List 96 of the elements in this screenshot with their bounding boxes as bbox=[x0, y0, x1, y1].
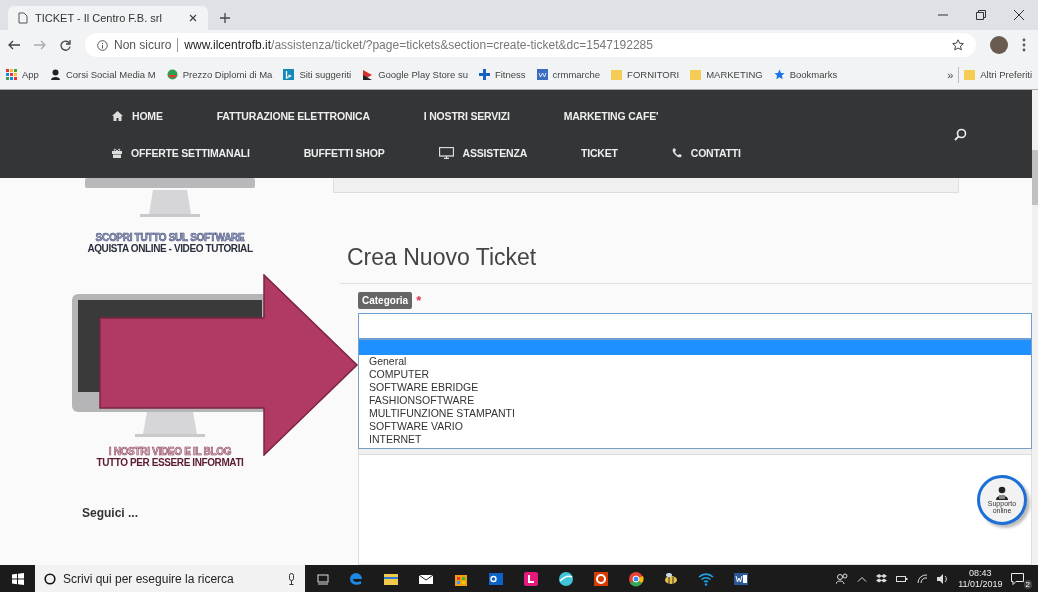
agent-icon bbox=[996, 486, 1008, 500]
dropdown-option[interactable]: MULTIFUNZIONE STAMPANTI bbox=[359, 407, 1031, 420]
clock[interactable]: 08:43 11/01/2019 bbox=[958, 567, 1003, 590]
bookmark-item[interactable]: Fitness bbox=[478, 69, 526, 80]
star-icon[interactable] bbox=[952, 39, 964, 51]
notification-button[interactable] bbox=[1010, 572, 1024, 585]
nav-link[interactable]: MARKETING CAFE' bbox=[563, 109, 659, 122]
page-icon bbox=[18, 12, 28, 24]
chevron-up-icon[interactable] bbox=[857, 575, 868, 582]
nav-link[interactable]: HOME bbox=[112, 109, 163, 122]
bookmark-item[interactable]: MARKETING bbox=[690, 69, 763, 80]
app-icon[interactable] bbox=[593, 570, 609, 587]
b-logo-icon bbox=[283, 69, 295, 80]
monitor-stand-drawing bbox=[135, 412, 205, 438]
task-view-icon[interactable] bbox=[317, 572, 329, 585]
app-icon[interactable] bbox=[558, 570, 574, 587]
category-select[interactable] bbox=[358, 313, 1032, 339]
browser-tab[interactable]: TICKET - Il Centro F.B. srl bbox=[8, 6, 208, 30]
figure-icon bbox=[49, 69, 61, 80]
app-icon[interactable] bbox=[523, 570, 539, 587]
banner-subtitle: TUTTO PER ESSERE INFORMATI bbox=[96, 457, 244, 468]
folder-icon bbox=[964, 69, 976, 80]
dropdown-option[interactable]: FASHIONSOFTWARE bbox=[359, 394, 1031, 407]
field-label: Categoria bbox=[358, 292, 413, 309]
nav-link[interactable]: FATTURAZIONE ELETTRONICA bbox=[216, 109, 370, 122]
app-icon[interactable] bbox=[488, 570, 504, 587]
windows-start-icon[interactable] bbox=[12, 572, 24, 585]
dropdown-option[interactable]: INTERNET bbox=[359, 433, 1031, 446]
required-mark: * bbox=[416, 293, 422, 308]
avatar-icon[interactable] bbox=[990, 36, 1008, 54]
address-bar[interactable]: Non sicuro www.ilcentrofb.it/assistenza/ticket/?page=tickets&section=create-ticket&dc=1547192285 bbox=[85, 33, 976, 57]
dropdown-option[interactable]: SOFTWARE EBRIDGE bbox=[359, 381, 1031, 394]
people-icon[interactable] bbox=[836, 572, 849, 585]
bookmark-item[interactable]: App bbox=[6, 69, 39, 80]
folder-icon bbox=[611, 69, 623, 80]
folder-icon bbox=[690, 69, 702, 80]
app-icon[interactable] bbox=[698, 570, 714, 587]
bookmark-item[interactable]: Siti suggeriti bbox=[283, 69, 352, 80]
banner-subtitle: AQUISTA ONLINE - VIDEO TUTORIAL bbox=[87, 243, 253, 254]
gift-icon bbox=[112, 147, 122, 158]
reload-icon[interactable] bbox=[60, 39, 71, 51]
monitor-icon bbox=[438, 146, 454, 159]
apps-grid-icon bbox=[6, 69, 17, 80]
house-icon bbox=[112, 110, 123, 121]
dropbox-icon[interactable] bbox=[876, 573, 888, 584]
back-icon[interactable] bbox=[8, 40, 20, 50]
nav-link[interactable]: I NOSTRI SERVIZI bbox=[423, 109, 510, 122]
cross-icon bbox=[478, 69, 490, 80]
dropdown-option[interactable]: COMPUTER bbox=[359, 368, 1031, 381]
bookmark-item[interactable]: Google Play Store su bbox=[362, 69, 468, 80]
bookmark-item[interactable]: Altri Preferiti bbox=[964, 69, 1032, 80]
bookmark-item[interactable]: Bookmarks bbox=[773, 69, 838, 80]
url-host: www.ilcentrofb.it bbox=[184, 38, 272, 52]
star-icon bbox=[773, 69, 785, 80]
page-title: Crea Nuovo Ticket bbox=[347, 244, 538, 271]
close-icon[interactable] bbox=[1014, 10, 1024, 20]
app-icon[interactable] bbox=[663, 570, 679, 587]
triangle-logo-icon bbox=[362, 69, 374, 80]
notification-count: 2 bbox=[1023, 580, 1032, 589]
nav-link[interactable]: BUFFETTI SHOP bbox=[303, 146, 385, 159]
restore-icon[interactable] bbox=[976, 10, 986, 20]
app-icon[interactable] bbox=[733, 570, 749, 587]
nav-link[interactable]: ASSISTENZA bbox=[438, 146, 528, 159]
round-logo-icon bbox=[166, 69, 178, 80]
wp-logo-icon bbox=[536, 69, 548, 80]
nav-link[interactable]: OFFERTE SETTIMANALI bbox=[112, 146, 250, 159]
scrollbar[interactable] bbox=[1032, 90, 1038, 565]
microphone-icon bbox=[288, 572, 295, 585]
app-icon[interactable] bbox=[628, 570, 644, 587]
taskbar-search-field[interactable]: Scrivi qui per eseguire la ricerca bbox=[35, 565, 305, 592]
bookmark-item[interactable]: Prezzo Diplomi di Ma bbox=[166, 69, 273, 80]
banner-title: SCOPRI TUTTO SUL SOFTWARE bbox=[95, 232, 245, 243]
url-path: /assistenza/ticket/?page=tickets&section=create-ticket&dc=1547192285 bbox=[271, 38, 653, 52]
phone-icon bbox=[671, 147, 682, 158]
dropdown-option[interactable]: General bbox=[359, 355, 1031, 368]
security-label: Non sicuro bbox=[114, 38, 172, 52]
banner-title: I NOSTRI VIDEO E IL BLOG bbox=[108, 446, 232, 457]
bookmark-item[interactable]: Corsi Social Media M bbox=[49, 69, 156, 80]
speaker-icon[interactable] bbox=[937, 573, 949, 584]
dropdown-option[interactable]: SOFTWARE VARIO bbox=[359, 420, 1031, 433]
section-heading: Seguici ... bbox=[82, 506, 138, 520]
battery-icon[interactable] bbox=[896, 574, 909, 583]
new-tab-icon[interactable] bbox=[220, 13, 230, 23]
nav-link[interactable]: TICKET bbox=[581, 146, 618, 159]
search-icon[interactable] bbox=[954, 127, 967, 141]
bookmark-item[interactable]: crmmarche bbox=[536, 69, 601, 80]
tab-title: TICKET - Il Centro F.B. srl bbox=[35, 12, 163, 24]
more-bookmarks-button[interactable]: » bbox=[947, 68, 954, 81]
info-icon bbox=[97, 39, 108, 51]
signal-icon[interactable] bbox=[917, 573, 929, 584]
bookmark-item[interactable]: FORNITORI bbox=[611, 69, 680, 80]
chat-bubble-icon bbox=[1010, 572, 1024, 585]
cortana-icon bbox=[44, 572, 56, 585]
close-icon[interactable] bbox=[189, 14, 197, 22]
menu-icon[interactable] bbox=[1022, 38, 1026, 52]
nav-link[interactable]: CONTATTI bbox=[671, 146, 741, 159]
